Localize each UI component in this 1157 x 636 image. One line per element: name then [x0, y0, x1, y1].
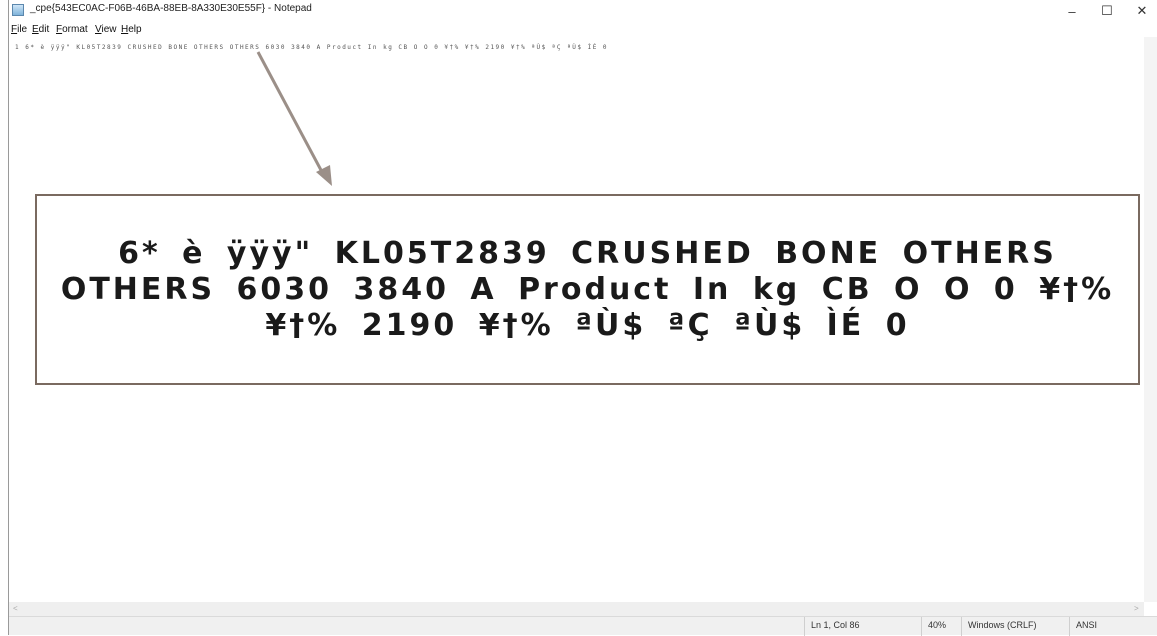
status-bar: Ln 1, Col 86 40% Windows (CRLF) ANSI — [9, 616, 1157, 636]
maximize-button[interactable]: ☐ — [1090, 0, 1124, 22]
minimize-button[interactable]: – — [1055, 0, 1089, 22]
horizontal-scrollbar[interactable]: < > — [9, 602, 1144, 616]
status-line-endings: Windows (CRLF) — [961, 617, 1069, 636]
menu-help[interactable]: Help — [121, 24, 142, 35]
menu-file[interactable]: File — [11, 24, 27, 35]
vertical-scrollbar[interactable] — [1144, 37, 1157, 602]
scroll-right-icon[interactable]: > — [1134, 604, 1139, 613]
scroll-left-icon[interactable]: < — [13, 604, 18, 613]
window-title: _cpe{543EC0AC-F06B-46BA-88EB-8A330E30E55… — [30, 3, 312, 14]
title-bar[interactable]: _cpe{543EC0AC-F06B-46BA-88EB-8A330E30E55… — [9, 0, 1157, 22]
status-cursor-position: Ln 1, Col 86 — [804, 617, 904, 636]
menu-format[interactable]: Format — [56, 24, 88, 35]
menu-edit[interactable]: Edit — [32, 24, 49, 35]
editor-line-1: 1 6* è ÿÿÿ" KL05T2839 CRUSHED BONE OTHER… — [15, 44, 609, 51]
menu-view[interactable]: View — [95, 24, 117, 35]
close-button[interactable]: ✕ — [1125, 0, 1157, 22]
status-encoding: ANSI — [1069, 617, 1157, 636]
notepad-app-icon — [12, 4, 24, 16]
zoomed-callout-text: 6* è ÿÿÿ" KL05T2839 CRUSHED BONE OTHERS … — [60, 235, 1115, 343]
zoomed-callout-box: 6* è ÿÿÿ" KL05T2839 CRUSHED BONE OTHERS … — [35, 194, 1140, 385]
menu-bar: File Edit Format View Help — [9, 22, 1157, 37]
